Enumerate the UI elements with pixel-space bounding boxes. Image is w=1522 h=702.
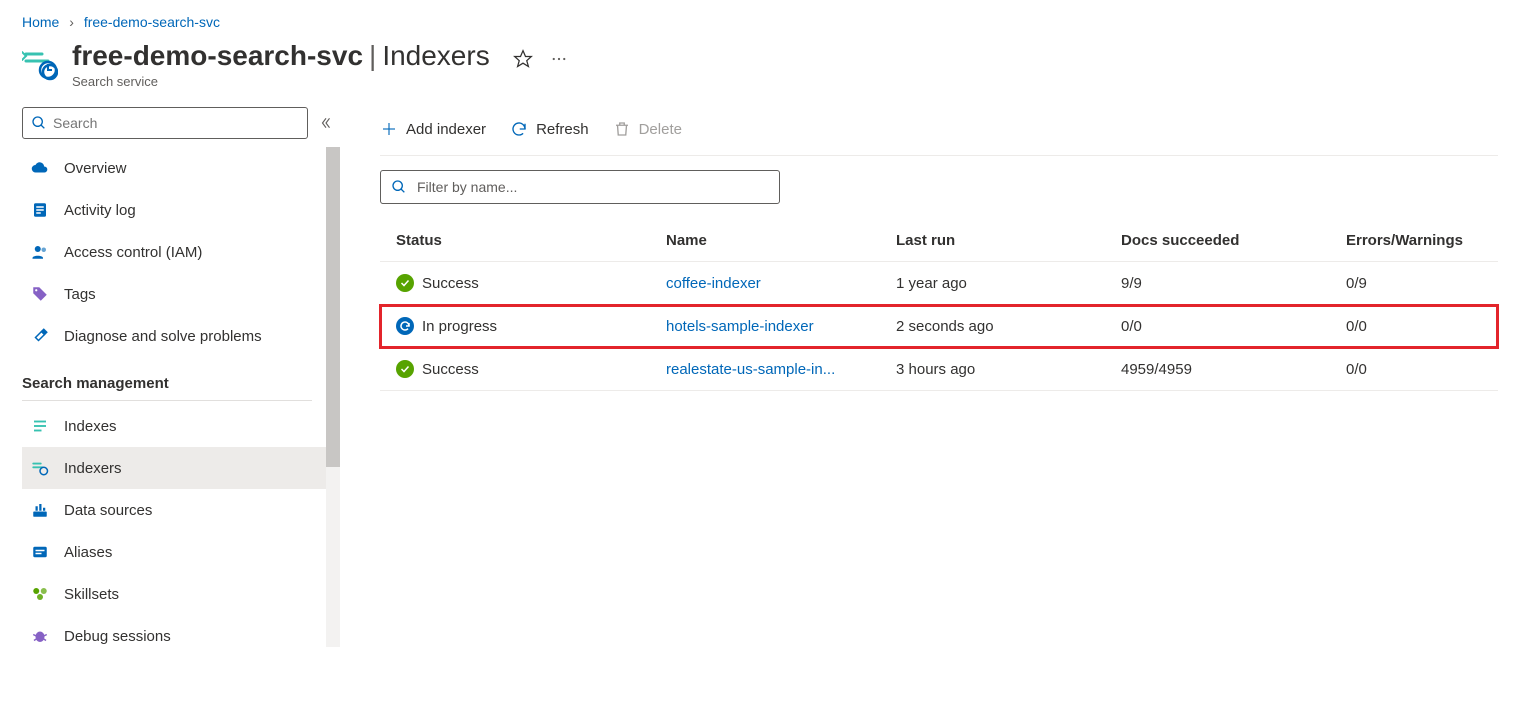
sidebar-scrollbar[interactable] [326,147,340,647]
table-row[interactable]: Success coffee-indexer 1 year ago9/90/9 [380,262,1498,305]
sidebar-item-tags[interactable]: Tags [22,273,340,315]
success-icon [396,360,414,378]
sidebar-item-indexers[interactable]: Indexers [22,447,340,489]
sidebar-item-label: Diagnose and solve problems [64,328,262,345]
docs-succeeded-cell: 9/9 [1105,262,1330,305]
errors-warnings-cell: 0/0 [1330,305,1498,348]
status-label: Success [422,275,479,292]
errors-warnings-cell: 0/0 [1330,348,1498,391]
sidebar-item-label: Overview [64,160,127,177]
col-status[interactable]: Status [380,220,650,262]
refresh-icon [510,120,528,138]
sidebar-item-indexes[interactable]: Indexes [22,405,340,447]
sidebar-item-label: Indexes [64,418,117,435]
sidebar-section-search-management: Search management [22,357,312,401]
filter-by-name[interactable] [380,170,780,204]
toolbar-label: Delete [639,121,682,138]
trash-icon [613,120,631,138]
errors-warnings-cell: 0/9 [1330,262,1498,305]
add-indexer-button[interactable]: Add indexer [380,120,486,138]
skillset-icon [30,584,50,604]
breadcrumb-home[interactable]: Home [22,14,59,30]
sidebar: Overview Activity log Access control (IA… [0,107,340,657]
sidebar-item-skillsets[interactable]: Skillsets [22,573,340,615]
in-progress-icon [396,317,414,335]
indexer-name-link[interactable]: realestate-us-sample-in... [666,361,835,378]
table-row[interactable]: In progress hotels-sample-indexer 2 second… [380,305,1498,348]
resource-type-label: Search service [72,74,490,89]
wrench-icon [30,326,50,346]
indexer-name-link[interactable]: coffee-indexer [666,275,761,292]
table-header-row: Status Name Last run Docs succeeded Erro… [380,220,1498,262]
toolbar-label: Add indexer [406,121,486,138]
indexers-resource-icon [22,46,58,82]
breadcrumb-current[interactable]: free-demo-search-svc [84,14,220,30]
sidebar-item-label: Data sources [64,502,152,519]
sidebar-item-label: Access control (IAM) [64,244,202,261]
indexer-name-link[interactable]: hotels-sample-indexer [666,318,814,335]
filter-input[interactable] [417,179,769,195]
sidebar-item-label: Aliases [64,544,112,561]
indexers-table: Status Name Last run Docs succeeded Erro… [380,220,1498,391]
sidebar-search[interactable] [22,107,308,139]
sidebar-item-label: Debug sessions [64,628,171,645]
bug-icon [30,626,50,646]
success-icon [396,274,414,292]
page-header: free-demo-search-svc | Indexers Search s… [0,40,1522,107]
alias-icon [30,542,50,562]
sidebar-item-activity-log[interactable]: Activity log [22,189,340,231]
sidebar-item-access-control[interactable]: Access control (IAM) [22,231,340,273]
sidebar-item-overview[interactable]: Overview [22,147,340,189]
sidebar-item-data-sources[interactable]: Data sources [22,489,340,531]
search-icon [391,179,407,195]
resource-name: free-demo-search-svc [72,40,363,72]
sidebar-item-label: Tags [64,286,96,303]
col-name[interactable]: Name [650,220,880,262]
collapse-sidebar-button[interactable] [312,109,340,137]
sidebar-item-label: Activity log [64,202,136,219]
plus-icon [380,120,398,138]
status-label: In progress [422,318,497,335]
content-area: Add indexer Refresh Delete [340,107,1522,657]
datasource-icon [30,500,50,520]
sidebar-nav-management: Indexes Indexers Data sources Aliases Sk… [22,405,340,657]
log-icon [30,200,50,220]
favorite-star-button[interactable] [512,48,534,70]
refresh-button[interactable]: Refresh [510,120,589,138]
last-run-cell: 2 seconds ago [880,305,1105,348]
table-row[interactable]: Success realestate-us-sample-in... 3 hours… [380,348,1498,391]
sidebar-item-label: Indexers [64,460,122,477]
tag-icon [30,284,50,304]
scrollbar-thumb[interactable] [326,147,340,467]
search-icon [31,115,47,131]
cloud-icon [30,158,50,178]
list-icon [30,416,50,436]
col-errors-warnings[interactable]: Errors/Warnings [1330,220,1498,262]
people-icon [30,242,50,262]
toolbar-label: Refresh [536,121,589,138]
sidebar-item-label: Skillsets [64,586,119,603]
title-divider: | [369,40,376,72]
sidebar-search-input[interactable] [53,115,299,131]
page-title: free-demo-search-svc | Indexers [72,40,490,72]
sidebar-nav-general: Overview Activity log Access control (IA… [22,147,340,357]
docs-succeeded-cell: 0/0 [1105,305,1330,348]
last-run-cell: 3 hours ago [880,348,1105,391]
page-section-name: Indexers [382,40,489,72]
last-run-cell: 1 year ago [880,262,1105,305]
indexers-icon [30,458,50,478]
breadcrumb-separator-icon: › [69,14,74,30]
sidebar-item-debug-sessions[interactable]: Debug sessions [22,615,340,657]
delete-button: Delete [613,120,682,138]
sidebar-item-diagnose[interactable]: Diagnose and solve problems [22,315,340,357]
docs-succeeded-cell: 4959/4959 [1105,348,1330,391]
col-docs-succeeded[interactable]: Docs succeeded [1105,220,1330,262]
sidebar-item-aliases[interactable]: Aliases [22,531,340,573]
more-actions-button[interactable] [548,48,570,70]
col-last-run[interactable]: Last run [880,220,1105,262]
breadcrumb: Home › free-demo-search-svc [0,0,1522,40]
toolbar: Add indexer Refresh Delete [380,107,1498,151]
status-label: Success [422,361,479,378]
